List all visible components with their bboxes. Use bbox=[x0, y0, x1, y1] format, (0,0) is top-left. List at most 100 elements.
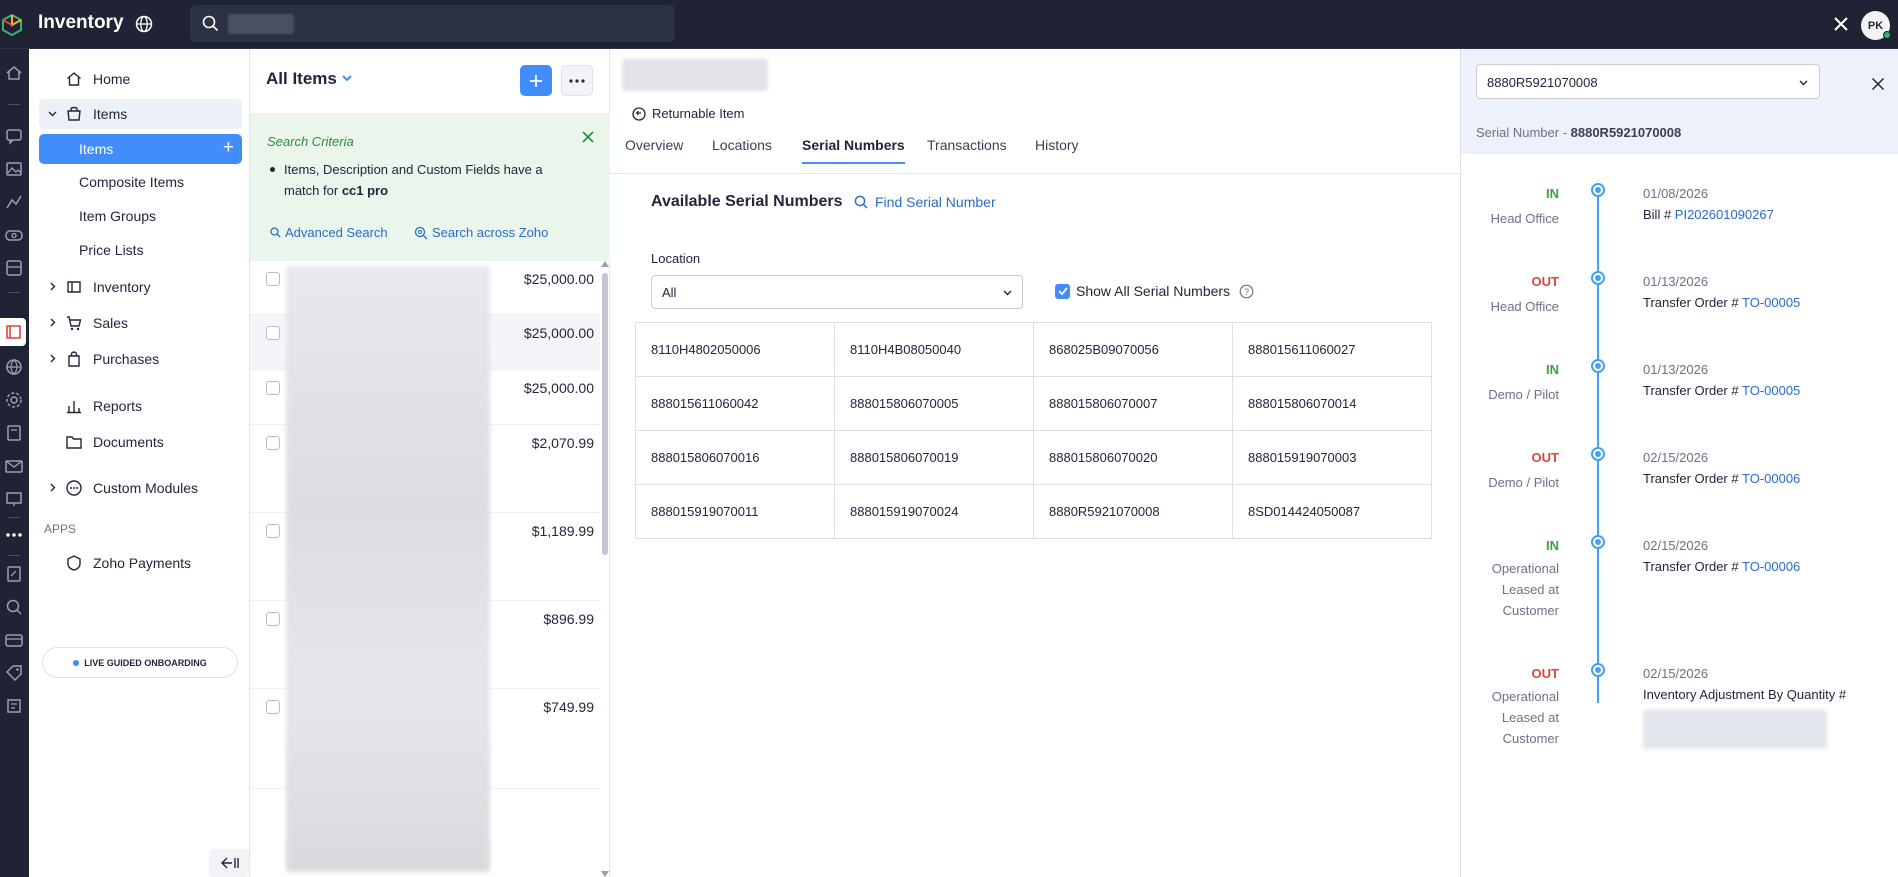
row-checkbox[interactable] bbox=[266, 700, 280, 714]
rail-orders-icon[interactable] bbox=[4, 696, 24, 716]
sidebar-item-purchases[interactable]: Purchases bbox=[39, 344, 242, 374]
rail-globe-icon[interactable] bbox=[4, 357, 24, 377]
doc-prefix: Transfer Order # bbox=[1643, 559, 1742, 574]
serial-number-cell[interactable]: 8110H4802050006 bbox=[635, 322, 835, 377]
show-all-serials-toggle[interactable]: Show All Serial Numbers ? bbox=[1055, 283, 1254, 299]
clear-criteria-icon[interactable] bbox=[581, 130, 595, 144]
rail-card-icon[interactable] bbox=[4, 630, 24, 650]
rail-image-icon[interactable] bbox=[4, 159, 24, 179]
sidebar-subitem-item-groups[interactable]: Item Groups bbox=[39, 201, 242, 231]
timeline-document: Inventory Adjustment By Quantity # bbox=[1643, 687, 1846, 702]
list-view-selector[interactable]: All Items bbox=[266, 69, 353, 89]
rail-notes-icon[interactable] bbox=[4, 564, 24, 584]
serial-number-cell[interactable]: 888015806070007 bbox=[1033, 376, 1233, 431]
sidebar-subitem-items[interactable]: Items + bbox=[39, 134, 242, 164]
search-across-zoho-link[interactable]: Search across Zoho bbox=[414, 225, 548, 240]
scrollbar-thumb[interactable] bbox=[602, 273, 608, 555]
tab-locations[interactable]: Locations bbox=[712, 137, 772, 162]
serial-number-cell[interactable]: 888015806070005 bbox=[834, 376, 1034, 431]
location-select[interactable]: All bbox=[651, 275, 1023, 309]
search-icon bbox=[202, 15, 219, 32]
sidebar-item-documents[interactable]: Documents bbox=[39, 427, 242, 457]
live-onboarding-button[interactable]: LIVE GUIDED ONBOARDING bbox=[42, 647, 238, 678]
row-checkbox[interactable] bbox=[266, 381, 280, 395]
serial-number-cell[interactable]: 868025B09070056 bbox=[1033, 322, 1233, 377]
close-panel-icon[interactable] bbox=[1871, 77, 1885, 91]
sidebar-item-items[interactable]: Items bbox=[39, 99, 242, 129]
zoho-logo-icon[interactable] bbox=[2, 14, 22, 36]
rail-tag-icon[interactable] bbox=[4, 663, 24, 683]
sidebar-subitem-composite-items[interactable]: Composite Items bbox=[39, 167, 242, 197]
serial-number-cell[interactable]: 8110H4B08050040 bbox=[834, 322, 1034, 377]
app-rail bbox=[0, 49, 29, 877]
chevron-down-icon bbox=[342, 75, 352, 82]
serial-number-cell[interactable]: 888015611060027 bbox=[1232, 322, 1432, 377]
serial-number-cell[interactable]: 888015919070003 bbox=[1232, 430, 1432, 485]
more-apps-icon[interactable] bbox=[4, 525, 24, 545]
rail-gear-icon[interactable] bbox=[4, 390, 24, 410]
serial-number-cell[interactable]: 8880R5921070008 bbox=[1033, 484, 1233, 539]
serial-number-cell[interactable]: 888015806070016 bbox=[635, 430, 835, 485]
rail-analytics-icon[interactable] bbox=[4, 192, 24, 212]
doc-link[interactable]: PI202601090267 bbox=[1675, 207, 1774, 222]
rail-presentation-icon[interactable] bbox=[4, 489, 24, 509]
serial-number-cell[interactable]: 888015919070024 bbox=[834, 484, 1034, 539]
doc-link[interactable]: TO-00005 bbox=[1742, 295, 1800, 310]
show-all-label: Show All Serial Numbers bbox=[1076, 283, 1231, 299]
list-title: All Items bbox=[266, 69, 337, 88]
show-all-checkbox[interactable] bbox=[1055, 283, 1070, 299]
timeline-document: Transfer Order # TO-00005 bbox=[1643, 383, 1800, 398]
sidebar-item-sales[interactable]: Sales bbox=[39, 308, 242, 338]
sidebar-item-zoho-payments[interactable]: Zoho Payments bbox=[39, 548, 242, 578]
row-checkbox[interactable] bbox=[266, 272, 280, 286]
row-checkbox[interactable] bbox=[266, 524, 280, 538]
rail-mail-icon[interactable] bbox=[4, 456, 24, 476]
serial-number-cell[interactable]: 888015806070014 bbox=[1232, 376, 1432, 431]
rail-dashboard-icon[interactable] bbox=[4, 258, 24, 278]
row-checkbox[interactable] bbox=[266, 612, 280, 626]
scroll-down-icon[interactable] bbox=[601, 871, 609, 877]
serial-number-cell[interactable]: 888015806070020 bbox=[1033, 430, 1233, 485]
rail-search-people-icon[interactable] bbox=[4, 597, 24, 617]
rail-home-icon[interactable] bbox=[4, 63, 24, 83]
sidebar-item-label: Price Lists bbox=[79, 242, 144, 258]
doc-link[interactable]: TO-00005 bbox=[1742, 383, 1800, 398]
tab-serial-numbers[interactable]: Serial Numbers bbox=[802, 137, 905, 164]
list-scrollbar[interactable] bbox=[600, 261, 610, 877]
collapse-sidebar-button[interactable] bbox=[209, 849, 249, 877]
globe-icon[interactable] bbox=[135, 15, 153, 33]
avatar[interactable]: PK bbox=[1861, 11, 1891, 40]
sidebar-item-inventory[interactable]: Inventory bbox=[39, 272, 242, 302]
rail-ticket-icon[interactable] bbox=[4, 225, 24, 245]
rail-books-icon[interactable] bbox=[4, 423, 24, 443]
rail-inventory-icon bbox=[6, 325, 21, 339]
close-icon[interactable] bbox=[1830, 13, 1852, 35]
new-item-button[interactable] bbox=[520, 65, 552, 96]
serial-number-cell[interactable]: 888015806070019 bbox=[834, 430, 1034, 485]
add-item-icon[interactable]: + bbox=[223, 138, 234, 157]
sidebar-subitem-price-lists[interactable]: Price Lists bbox=[39, 235, 242, 265]
serial-number-select[interactable]: 8880R5921070008 bbox=[1476, 64, 1820, 99]
more-options-button[interactable] bbox=[561, 65, 593, 96]
tab-transactions[interactable]: Transactions bbox=[927, 137, 1007, 162]
advanced-search-link[interactable]: Advanced Search bbox=[270, 225, 388, 240]
sidebar-item-reports[interactable]: Reports bbox=[39, 391, 242, 421]
rail-divider bbox=[8, 555, 20, 556]
sidebar-item-custom-modules[interactable]: Custom Modules bbox=[39, 473, 242, 503]
tab-history[interactable]: History bbox=[1035, 137, 1079, 162]
serial-number-cell[interactable]: 8SD014424050087 bbox=[1232, 484, 1432, 539]
doc-link[interactable]: TO-00006 bbox=[1742, 471, 1800, 486]
serial-number-cell[interactable]: 888015919070011 bbox=[635, 484, 835, 539]
tab-overview[interactable]: Overview bbox=[625, 137, 683, 162]
scroll-up-icon[interactable] bbox=[601, 261, 609, 267]
find-serial-number-link[interactable]: Find Serial Number bbox=[854, 194, 996, 210]
serial-number-cell[interactable]: 888015611060042 bbox=[635, 376, 835, 431]
rail-inventory-active[interactable] bbox=[0, 318, 26, 346]
rail-chat-icon[interactable] bbox=[4, 126, 24, 146]
doc-link[interactable]: TO-00006 bbox=[1742, 559, 1800, 574]
row-checkbox[interactable] bbox=[266, 326, 280, 340]
help-icon[interactable]: ? bbox=[1239, 284, 1254, 299]
global-search-input[interactable] bbox=[190, 5, 675, 42]
row-checkbox[interactable] bbox=[266, 436, 280, 450]
sidebar-item-home[interactable]: Home bbox=[39, 64, 242, 94]
